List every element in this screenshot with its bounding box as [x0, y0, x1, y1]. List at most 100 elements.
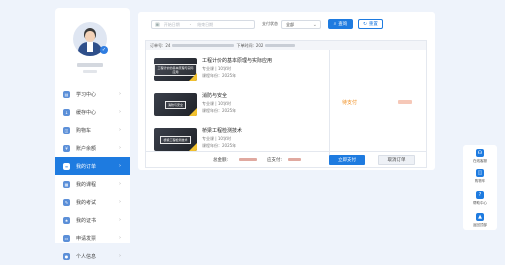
certificate-icon: ★: [63, 216, 70, 224]
cart-icon: ◫: [63, 126, 70, 134]
help-center-button[interactable]: ? 帮助中心: [463, 191, 497, 206]
wallet-icon: ¥: [63, 144, 70, 152]
sidebar-item-label: 我的证书: [76, 217, 97, 224]
headset-icon: ☊: [476, 149, 484, 157]
order-time-label: 下单时间:: [236, 42, 254, 48]
payable-amount-blurred: [288, 158, 301, 161]
chevron-right-icon: ›: [119, 253, 121, 259]
order-course-list: 工程计价的基本原理与实际应用 工程计价的基本原理与实际应用 专业课 | 10学时…: [146, 50, 326, 155]
sidebar-item-label: 学习中心: [76, 91, 97, 98]
book-icon: ▤: [63, 90, 70, 98]
order-number-label: 订单号:: [150, 42, 164, 48]
orders-panel: ▣ 开始日期 - 结束日期 支付状态 全部 ⌄ ⌕ 查询 ↻ 重置 订单号: 2…: [138, 12, 435, 170]
cancel-order-button[interactable]: 取消订单: [378, 155, 415, 165]
course-title[interactable]: 工程计价的基本原理与实际应用: [202, 57, 272, 64]
course-credits: 专业课 | 10学时: [202, 101, 231, 106]
list-item[interactable]: 桥梁工程检测技术 桥梁工程检测技术 专业课 | 10学时 课程年份：2025年: [146, 120, 326, 155]
query-button[interactable]: ⌕ 查询: [328, 19, 353, 29]
chevron-right-icon: ›: [119, 127, 121, 133]
course-title[interactable]: 消防与安全: [202, 92, 227, 99]
cart-shortcut-label: 购物车: [474, 179, 486, 183]
order-card: 订单号: 24 下单时间: 202 工程计价的基本原理与实际应用 工程计价的基本…: [145, 40, 427, 168]
sidebar-item-label: 申请发票: [76, 235, 97, 242]
help-center-label: 帮助中心: [473, 201, 487, 205]
cart-shortcut-button[interactable]: ◫ 购物车: [463, 169, 497, 184]
order-time-blurred: [265, 44, 296, 47]
order-icon: ≡: [63, 162, 70, 170]
order-header: 订单号: 24 下单时间: 202: [146, 41, 426, 50]
course-thumbnail[interactable]: 工程计价的基本原理与实际应用: [154, 58, 197, 81]
sidebar-item-cache-center[interactable]: ↓ 缓存中心 ›: [55, 103, 130, 121]
invoice-icon: ▭: [63, 234, 70, 242]
course-title[interactable]: 桥梁工程检测技术: [202, 127, 242, 134]
username-blurred: [77, 63, 103, 67]
sidebar-item-label: 购物车: [76, 127, 92, 134]
course-year: 课程年份：2025年: [202, 108, 237, 113]
sidebar-item-cart[interactable]: ◫ 购物车 ›: [55, 121, 130, 139]
refresh-icon: ↻: [363, 21, 367, 27]
course-thumbnail[interactable]: 桥梁工程检测技术: [154, 128, 197, 151]
search-icon: ⌕: [333, 22, 337, 27]
sidebar-item-label: 我的考试: [76, 199, 97, 206]
thumbnail-caption: 消防与安全: [164, 100, 186, 109]
sidebar-item-my-courses[interactable]: ▦ 我的课程 ›: [55, 175, 130, 193]
chevron-right-icon: ›: [119, 91, 121, 97]
sidebar-item-label: 我的订单: [76, 163, 97, 170]
sidebar-menu: ▤ 学习中心 › ↓ 缓存中心 › ◫ 购物车 › ¥ 账户余额 › ≡ 我的订…: [55, 85, 130, 265]
sidebar-item-my-certificates[interactable]: ★ 我的证书 ›: [55, 211, 130, 229]
course-icon: ▦: [63, 180, 70, 188]
course-thumbnail[interactable]: 消防与安全: [154, 93, 197, 116]
chevron-right-icon: ›: [119, 217, 121, 223]
course-year: 课程年份：2025年: [202, 143, 237, 148]
sidebar-item-my-exams[interactable]: ✎ 我的考试 ›: [55, 193, 130, 211]
thumbnail-caption: 桥梁工程检测技术: [160, 135, 191, 144]
end-date-placeholder: 结束日期: [197, 21, 214, 27]
query-button-label: 查询: [338, 22, 348, 27]
sidebar-item-learning-center[interactable]: ▤ 学习中心 ›: [55, 85, 130, 103]
sidebar: ✓ ▤ 学习中心 › ↓ 缓存中心 › ◫ 购物车 › ¥ 账户余额 › ≡ 我…: [55, 8, 130, 260]
download-icon: ↓: [63, 108, 70, 116]
back-to-top-label: 返回顶部: [473, 223, 487, 227]
list-item[interactable]: 消防与安全 消防与安全 专业课 | 10学时 课程年份：2025年: [146, 85, 326, 120]
chevron-down-icon: ⌄: [312, 22, 317, 28]
filter-bar: ▣ 开始日期 - 结束日期 支付状态 全部 ⌄ ⌕ 查询 ↻ 重置: [145, 17, 435, 31]
pay-now-button[interactable]: 立即支付: [329, 155, 365, 165]
list-item[interactable]: 工程计价的基本原理与实际应用 工程计价的基本原理与实际应用 专业课 | 10学时…: [146, 50, 326, 85]
help-icon: ?: [476, 191, 484, 199]
date-range-picker[interactable]: ▣ 开始日期 - 结束日期: [151, 20, 255, 29]
course-credits: 专业课 | 10学时: [202, 66, 231, 71]
divider: [329, 50, 330, 155]
floating-toolbar: ☊ 在线客服 ◫ 购物车 ? 帮助中心 ▲ 返回顶部: [463, 145, 497, 230]
order-number-blurred: [172, 44, 235, 47]
payment-status-select[interactable]: 全部 ⌄: [281, 20, 321, 29]
sidebar-item-label: 缓存中心: [76, 109, 97, 116]
reset-button[interactable]: ↻ 重置: [358, 19, 383, 29]
back-to-top-button[interactable]: ▲ 返回顶部: [463, 213, 497, 228]
payment-status-value: 全部: [286, 21, 294, 27]
sidebar-item-balance[interactable]: ¥ 账户余额 ›: [55, 139, 130, 157]
course-credits: 专业课 | 10学时: [202, 136, 231, 141]
order-status: 待支付: [342, 100, 358, 106]
sidebar-item-label: 我的课程: [76, 181, 97, 188]
chevron-right-icon: ›: [119, 181, 121, 187]
sidebar-item-label: 账户余额: [76, 145, 97, 152]
order-amount-blurred: [398, 100, 412, 104]
sidebar-item-invoice[interactable]: ▭ 申请发票 ›: [55, 229, 130, 247]
sidebar-item-profile[interactable]: ● 个人信息 ›: [55, 247, 130, 265]
order-number-prefix: 24: [165, 43, 171, 48]
user-id-blurred: [83, 70, 97, 73]
chevron-right-icon: ›: [119, 109, 121, 115]
exam-icon: ✎: [63, 198, 70, 206]
sidebar-item-my-orders[interactable]: ≡ 我的订单 ›: [55, 157, 130, 175]
cart-icon: ◫: [476, 169, 484, 177]
start-date-placeholder: 开始日期: [163, 21, 180, 27]
order-footer: 总金额: 应支付: 立即支付 取消订单: [146, 151, 426, 167]
top-icon: ▲: [476, 213, 484, 221]
online-service-button[interactable]: ☊ 在线客服: [463, 149, 497, 164]
chevron-right-icon: ›: [119, 199, 121, 205]
online-service-label: 在线客服: [473, 159, 487, 163]
chevron-right-icon: ›: [119, 235, 121, 241]
order-time-prefix: 202: [255, 43, 264, 48]
sidebar-item-label: 个人信息: [76, 253, 97, 260]
user-icon: ●: [63, 252, 70, 260]
